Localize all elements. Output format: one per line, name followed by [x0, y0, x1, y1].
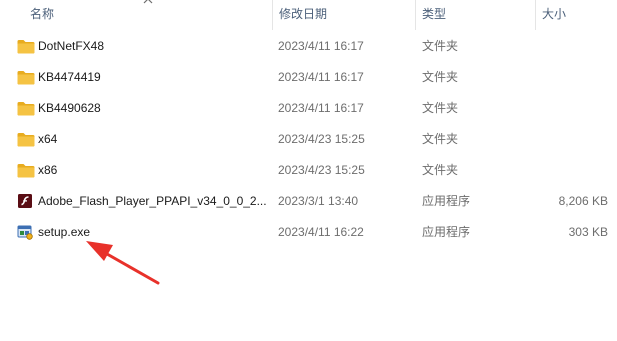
file-type: 文件夹 — [422, 70, 459, 84]
file-date-modified: 2023/4/11 16:17 — [278, 70, 364, 84]
file-size — [540, 124, 608, 155]
file-date-modified: 2023/4/23 15:25 — [278, 163, 365, 177]
file-size — [540, 93, 608, 124]
column-header-date-modified[interactable]: 修改日期 — [272, 0, 414, 30]
file-type: 文件夹 — [422, 101, 459, 115]
file-name: Adobe_Flash_Player_PPAPI_v34_0_0_2... — [38, 194, 266, 208]
file-type: 应用程序 — [422, 194, 471, 208]
file-date-modified: 2023/3/1 13:40 — [278, 194, 359, 208]
file-name: x86 — [38, 163, 58, 177]
folder-icon — [17, 93, 35, 124]
file-name: DotNetFX48 — [38, 39, 105, 53]
folder-icon — [17, 31, 35, 62]
file-row[interactable]: x86 2023/4/23 15:25 文件夹 — [0, 155, 617, 186]
file-row[interactable]: DotNetFX48 2023/4/11 16:17 文件夹 — [0, 31, 617, 62]
column-header-type[interactable]: 类型 — [415, 0, 533, 30]
file-date-modified: 2023/4/23 15:25 — [278, 132, 365, 146]
column-header-size[interactable]: 大小 — [535, 0, 615, 30]
file-type: 应用程序 — [422, 225, 471, 239]
setup-app-icon — [17, 217, 35, 248]
folder-icon — [17, 155, 35, 186]
file-row[interactable]: setup.exe 2023/4/11 16:22 应用程序 303 KB — [0, 217, 617, 248]
file-name: x64 — [38, 132, 58, 146]
column-header-bar: 名称 修改日期 类型 大小 — [0, 0, 617, 30]
file-type: 文件夹 — [422, 163, 459, 177]
file-size — [540, 155, 608, 186]
file-explorer: 名称 修改日期 类型 大小 DotNetFX48 2023/4/11 16:17… — [0, 0, 617, 341]
file-row[interactable]: KB4474419 2023/4/11 16:17 文件夹 — [0, 62, 617, 93]
file-date-modified: 2023/4/11 16:22 — [278, 225, 364, 239]
file-date-modified: 2023/4/11 16:17 — [278, 39, 364, 53]
file-row[interactable]: Adobe_Flash_Player_PPAPI_v34_0_0_2... 20… — [0, 186, 617, 217]
file-size: 8,206 KB — [558, 194, 608, 208]
file-name: setup.exe — [38, 225, 91, 239]
file-name: KB4474419 — [38, 70, 101, 84]
file-row[interactable]: KB4490628 2023/4/11 16:17 文件夹 — [0, 93, 617, 124]
file-date-modified: 2023/4/11 16:17 — [278, 101, 364, 115]
file-type: 文件夹 — [422, 39, 459, 53]
file-type: 文件夹 — [422, 132, 459, 146]
file-size: 303 KB — [568, 225, 608, 239]
file-row[interactable]: x64 2023/4/23 15:25 文件夹 — [0, 124, 617, 155]
column-header-name[interactable]: 名称 — [24, 0, 270, 30]
file-size — [540, 31, 608, 62]
flash-app-icon — [17, 186, 35, 217]
folder-icon — [17, 124, 35, 155]
file-size — [540, 62, 608, 93]
folder-icon — [17, 62, 35, 93]
file-name: KB4490628 — [38, 101, 101, 115]
